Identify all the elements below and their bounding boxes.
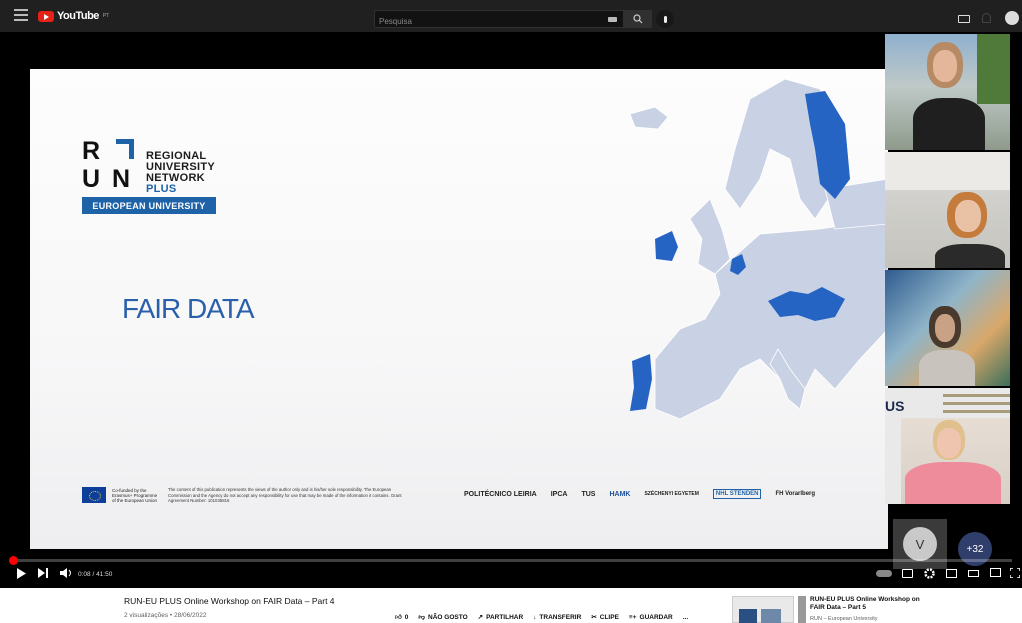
search-icon xyxy=(633,14,643,24)
partner-logo: SZÉCHENYI EGYETEM xyxy=(644,491,699,497)
slide-heading: FAIR DATA xyxy=(122,293,255,324)
youtube-logo[interactable]: YouTube PT xyxy=(38,10,109,22)
playlist-add-icon: ≡+ xyxy=(628,613,637,621)
erasmus-logo: Co-funded by the Erasmus+ Programme of t… xyxy=(82,487,157,503)
share-button[interactable]: ↗ PARTILHAR xyxy=(477,613,524,622)
microphone-button[interactable] xyxy=(656,10,674,28)
create-video-icon[interactable] xyxy=(958,15,970,23)
logo-line: PLUS xyxy=(146,183,177,195)
logo-letter-r: R xyxy=(82,137,101,165)
fullscreen-icon[interactable] xyxy=(1010,568,1020,578)
more-actions-button[interactable]: ... xyxy=(683,613,688,621)
cofunded-text: Co-funded by the Erasmus+ Programme of t… xyxy=(112,488,157,503)
share-label: PARTILHAR xyxy=(486,613,524,621)
video-meta: 2 visualizações • 28/06/2022 xyxy=(124,612,207,619)
cofunded-line: of the European Union xyxy=(112,497,158,503)
partner-logo: FH Vorarlberg xyxy=(775,491,816,497)
logo-wordmark: REGIONAL UNIVERSITY NETWORK PLUS xyxy=(146,151,266,195)
clip-button[interactable]: ✂ CLIPE xyxy=(591,613,619,622)
recommendation-channel[interactable]: RUN – European University xyxy=(810,616,878,622)
clip-label: CLIPE xyxy=(599,613,619,621)
play-icon[interactable] xyxy=(16,568,26,579)
video-player[interactable]: R U N REGIONAL UNIVERSITY NETWORK PLUS E… xyxy=(0,32,1022,588)
logo-letter-u: U xyxy=(82,165,101,193)
autoplay-toggle[interactable] xyxy=(876,570,892,577)
save-button[interactable]: ≡+ GUARDAR xyxy=(629,613,673,621)
video-info: RUN-EU PLUS Online Workshop on FAIR Data… xyxy=(0,588,1022,623)
eu-flag-icon xyxy=(82,487,106,503)
partner-logo: POLITÉCNICO LEIRIA xyxy=(464,490,537,498)
map-britain xyxy=(689,198,731,275)
microphone-icon xyxy=(663,15,667,23)
miniplayer-icon[interactable] xyxy=(946,569,957,578)
partner-logo: TUS xyxy=(581,490,596,498)
presentation-slide: R U N REGIONAL UNIVERSITY NETWORK PLUS E… xyxy=(30,69,888,549)
search-input[interactable] xyxy=(375,13,595,30)
keyboard-icon[interactable] xyxy=(608,17,617,22)
search-button[interactable] xyxy=(624,10,652,28)
disclaimer-text: The content of this publication represen… xyxy=(168,487,402,503)
settings-icon[interactable] xyxy=(924,568,935,579)
download-label: TRANSFERIR xyxy=(539,613,582,621)
masthead: YouTube PT xyxy=(0,0,1022,32)
volume-icon[interactable] xyxy=(60,568,72,578)
partner-logo: HAMK xyxy=(609,490,631,498)
recommendation-thumbnail[interactable] xyxy=(732,596,794,623)
recommendation-title[interactable]: RUN-EU PLUS Online Workshop on FAIR Data… xyxy=(810,596,920,612)
account-avatar[interactable] xyxy=(1005,11,1019,25)
map-portugal xyxy=(630,354,652,411)
webcam-participant-3 xyxy=(885,270,1010,386)
map-mainland xyxy=(654,218,888,420)
european-university-bar: EUROPEAN UNIVERSITY xyxy=(82,197,216,214)
video-title: RUN-EU PLUS Online Workshop on FAIR Data… xyxy=(124,596,335,606)
logo-letter-n: N xyxy=(112,165,131,193)
time-display: 0:08 / 41:50 xyxy=(78,571,113,578)
subtitles-icon[interactable] xyxy=(902,569,913,578)
europe-map xyxy=(629,78,888,420)
theater-mode-icon[interactable] xyxy=(968,570,979,577)
dislike-button[interactable]: 👎︎ NÃO GOSTO xyxy=(418,613,468,622)
logo-text: YouTube xyxy=(57,10,99,22)
webcam-participant-1 xyxy=(885,34,1010,150)
partner-logo: NHL STENDEN xyxy=(712,489,762,499)
download-icon: ↓ xyxy=(533,613,537,621)
search-box xyxy=(374,10,624,30)
player-controls: 0:08 / 41:50 xyxy=(0,562,1022,586)
cofunded-line: Erasmus+ Programme xyxy=(112,492,158,498)
like-count: 0 xyxy=(404,613,409,621)
notifications-icon[interactable] xyxy=(982,13,991,23)
next-icon[interactable] xyxy=(38,568,48,578)
thumbs-down-icon: 👎︎ xyxy=(418,614,426,621)
participant-avatar: V xyxy=(903,527,937,561)
save-label: GUARDAR xyxy=(639,613,673,621)
logo-region: PT xyxy=(102,13,110,19)
logo-bracket-icon xyxy=(116,139,134,159)
partner-logo: IPCA xyxy=(550,490,568,498)
thumbnail-strip xyxy=(798,596,806,623)
thumbs-up-icon: 👍︎ xyxy=(395,614,402,621)
thumbnail-image xyxy=(739,609,757,623)
share-icon: ↗ xyxy=(477,614,484,621)
menu-icon[interactable] xyxy=(14,9,28,21)
webcam-participant-4: US xyxy=(885,388,1010,504)
download-button[interactable]: ↓ TRANSFERIR xyxy=(533,613,581,621)
map-ireland xyxy=(655,231,678,261)
video-actions: 👍︎ 0 👎︎ NÃO GOSTO ↗ PARTILHAR ↓ TRANSFERIR ✂… xyxy=(395,613,688,622)
thumbnail-image xyxy=(761,609,781,623)
slide-partial-text: US xyxy=(885,398,905,414)
map-iceland xyxy=(629,106,669,130)
cast-icon[interactable] xyxy=(990,568,1001,578)
youtube-play-icon xyxy=(38,10,54,22)
partner-logos: POLITÉCNICO LEIRIA IPCA TUS HAMK SZÉCHEN… xyxy=(464,489,815,499)
dislike-label: NÃO GOSTO xyxy=(428,613,468,621)
like-button[interactable]: 👍︎ 0 xyxy=(395,613,409,622)
scissors-icon: ✂ xyxy=(591,614,597,621)
webcam-participant-2 xyxy=(885,152,1010,268)
